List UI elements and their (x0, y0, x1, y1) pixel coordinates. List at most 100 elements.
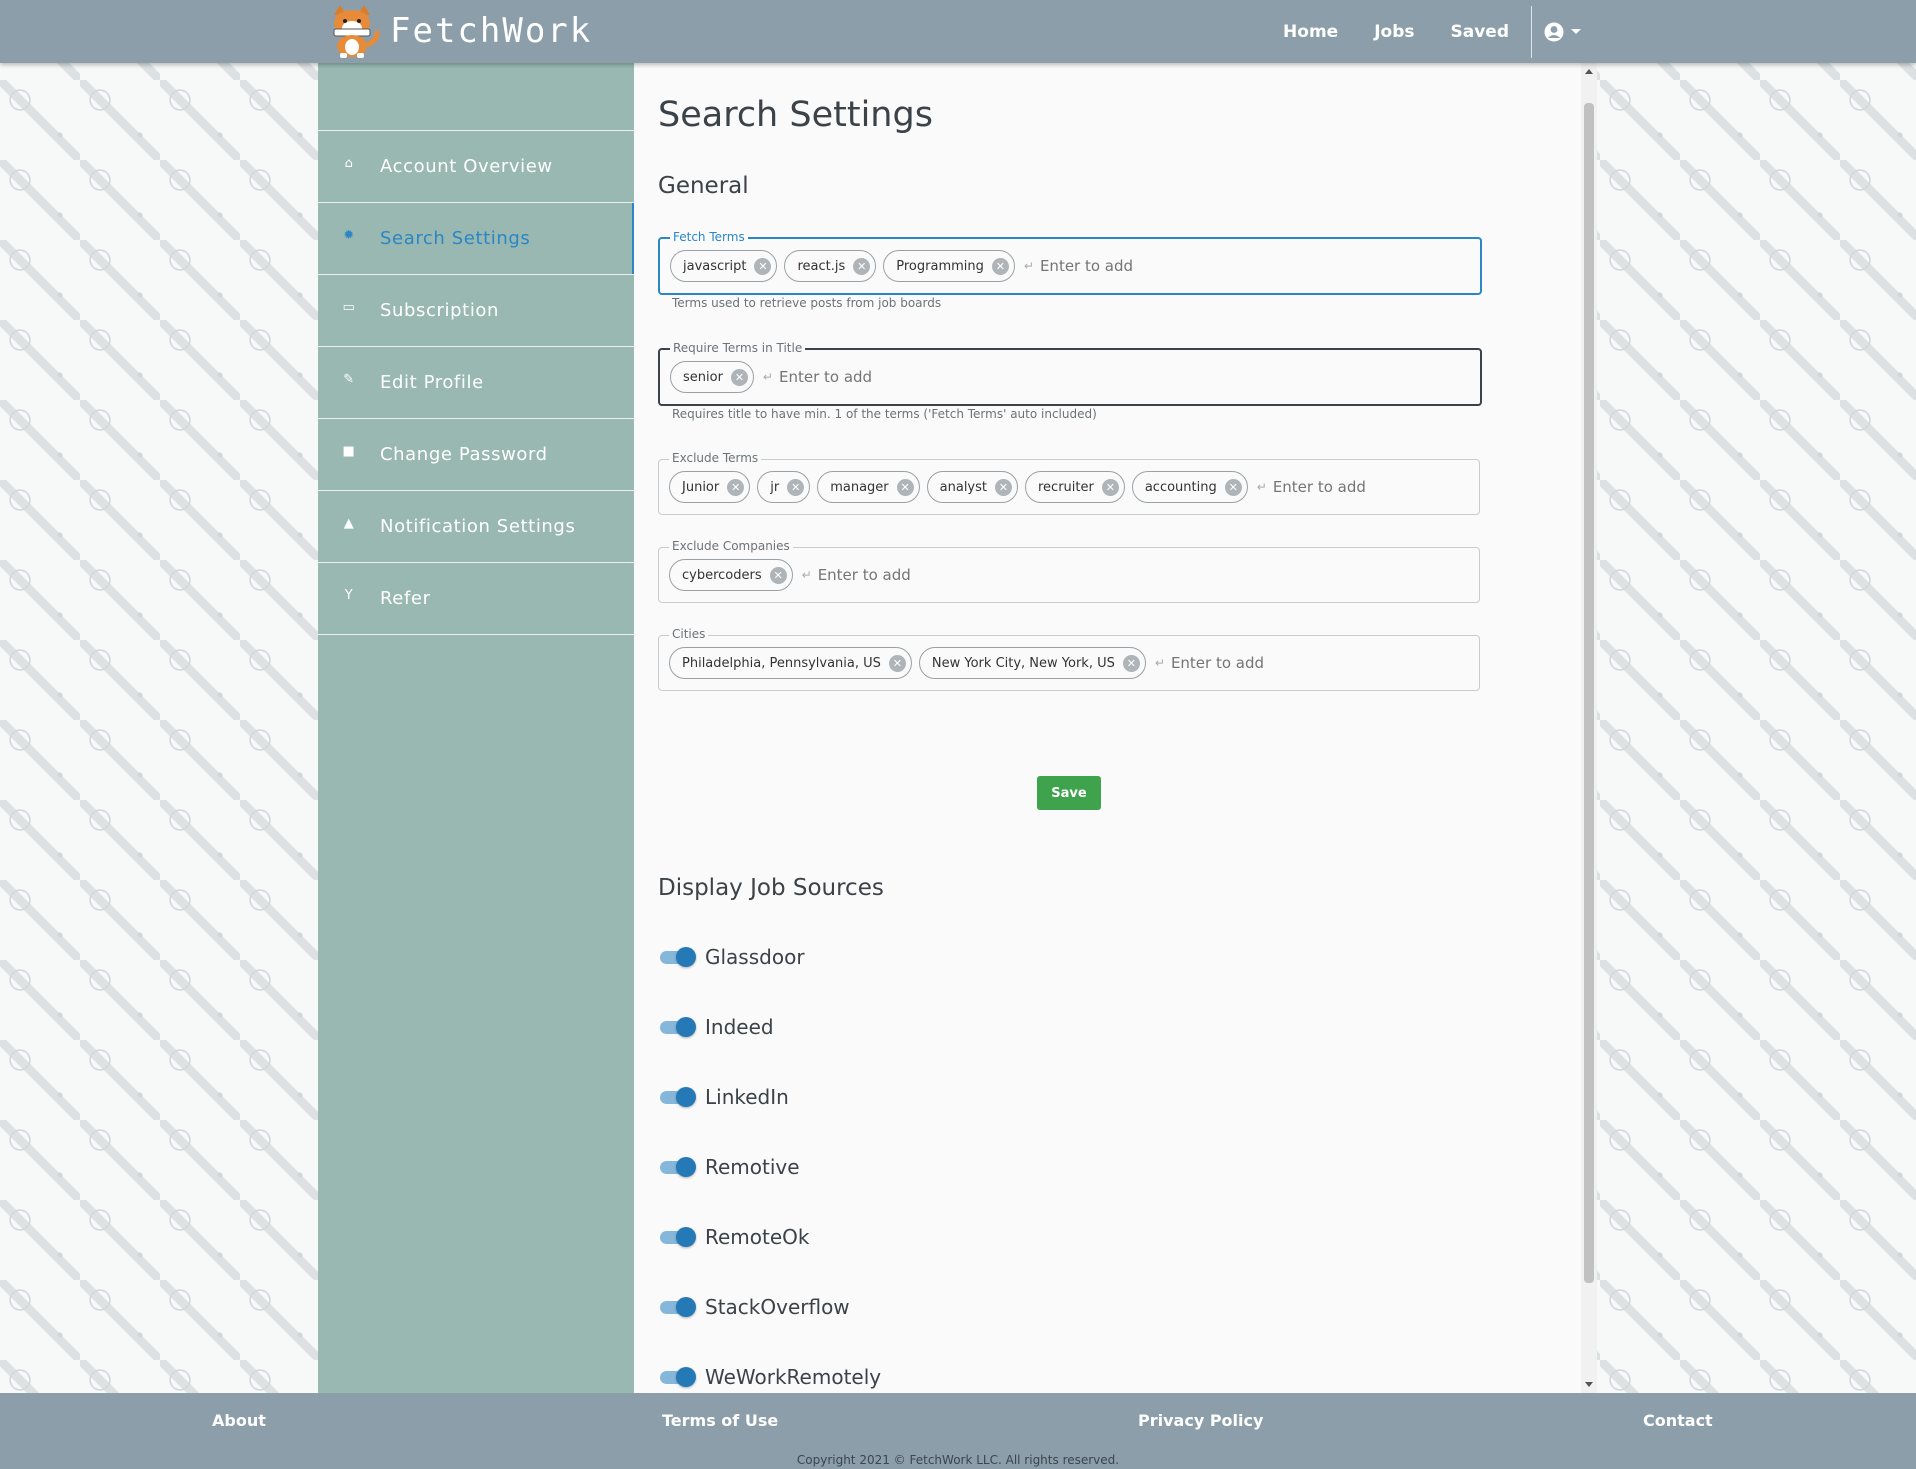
nav-home-link[interactable]: Home (1283, 22, 1338, 42)
main-nav: Home Jobs Saved (1247, 0, 1581, 63)
toggle-switch[interactable] (658, 1366, 696, 1388)
toggle-switch[interactable] (658, 1226, 696, 1248)
toggle-thumb (676, 947, 696, 967)
chip-remove-icon[interactable]: ✕ (1224, 478, 1242, 496)
exclude-terms-input[interactable] (1270, 477, 1425, 497)
scrollbar[interactable] (1581, 63, 1597, 1393)
sidebar-item-label: Refer (380, 588, 431, 609)
search-settings-panel: Search Settings General Fetch Terms java… (634, 63, 1582, 1393)
toggle-label: Indeed (705, 1015, 774, 1039)
chip-remove-icon[interactable]: ✕ (995, 478, 1012, 496)
toggle-switch[interactable] (658, 1086, 696, 1108)
nav-saved-link[interactable]: Saved (1451, 22, 1510, 42)
chip: Philadelphia, Pennsylvania, US ✕ (669, 647, 912, 679)
enter-key-icon: ↵ (801, 568, 812, 582)
toggle-switch[interactable] (658, 1156, 696, 1178)
toggle-label: LinkedIn (705, 1085, 789, 1109)
toggle-label: Remotive (705, 1155, 800, 1179)
chip: javascript ✕ (670, 250, 778, 282)
chip-remove-icon[interactable]: ✕ (1122, 654, 1140, 672)
chip-label: Programming (896, 258, 984, 274)
chip-remove-icon[interactable]: ✕ (991, 257, 1009, 275)
logo[interactable]: FetchWork (320, 2, 592, 60)
chip: manager ✕ (817, 471, 920, 503)
chip: analyst ✕ (926, 471, 1018, 503)
footer-about-link[interactable]: About (212, 1411, 266, 1430)
toggle-switch[interactable] (658, 1296, 696, 1318)
sidebar-item-account-overview[interactable]: ⌂ Account Overview (318, 131, 634, 203)
sidebar-item-notification-settings[interactable]: ▲ Notification Settings (318, 491, 634, 563)
exclude-terms-field[interactable]: Exclude Terms Junior ✕ jr ✕ manager ✕ analy… (658, 451, 1480, 515)
chip-remove-icon[interactable]: ✕ (727, 478, 745, 496)
lock-icon: ■ (342, 444, 356, 459)
require-terms-field[interactable]: Require Terms in Title senior ✕ ↵ (658, 341, 1482, 406)
sidebar-item-label: Notification Settings (380, 516, 576, 537)
chip-remove-icon[interactable]: ✕ (896, 478, 914, 496)
toggle-label: StackOverflow (705, 1295, 850, 1319)
require-terms-input[interactable] (776, 367, 981, 387)
toggle-thumb (676, 1087, 696, 1107)
toggle-thumb (676, 1297, 696, 1317)
fetch-terms-input[interactable] (1037, 256, 1242, 276)
sidebar-item-label: Subscription (380, 300, 500, 321)
source-toggle-weworkremotely: WeWorkRemotely (658, 1365, 881, 1389)
chip-label: recruiter (1038, 479, 1094, 495)
home-icon: ⌂ (344, 156, 354, 171)
chip-remove-icon[interactable]: ✕ (1101, 478, 1119, 496)
sidebar-item-label: Change Password (380, 444, 548, 465)
toggle-thumb (676, 1227, 696, 1247)
chip-label: accounting (1144, 479, 1217, 495)
chip-label: jr (770, 479, 780, 495)
toggle-thumb (676, 1157, 696, 1177)
chip-label: javascript (683, 258, 747, 274)
chip: recruiter ✕ (1025, 471, 1125, 503)
source-toggle-glassdoor: Glassdoor (658, 945, 805, 969)
exclude-companies-legend: Exclude Companies (669, 539, 793, 553)
scroll-up-arrow-icon[interactable] (1585, 69, 1593, 74)
source-toggle-linkedin: LinkedIn (658, 1085, 789, 1109)
source-toggle-remoteok: RemoteOk (658, 1225, 810, 1249)
chip: Programming ✕ (883, 250, 1015, 282)
footer-terms-link[interactable]: Terms of Use (662, 1411, 778, 1430)
nav-jobs-link[interactable]: Jobs (1374, 22, 1414, 42)
footer-contact-link[interactable]: Contact (1643, 1411, 1713, 1430)
exclude-companies-input[interactable] (815, 565, 1020, 585)
chip-remove-icon[interactable]: ✕ (853, 257, 871, 275)
chip-remove-icon[interactable]: ✕ (730, 368, 748, 386)
chip: senior ✕ (670, 361, 754, 393)
sidebar-item-subscription[interactable]: ▭ Subscription (318, 275, 634, 347)
scrollbar-thumb[interactable] (1584, 103, 1594, 1283)
cities-legend: Cities (669, 627, 709, 641)
sidebar-item-refer[interactable]: Y Refer (318, 563, 634, 635)
user-circle-icon (1544, 22, 1564, 41)
sidebar-item-change-password[interactable]: ■ Change Password (318, 419, 634, 491)
scroll-down-arrow-icon[interactable] (1585, 1382, 1593, 1387)
chip-remove-icon[interactable]: ✕ (787, 478, 805, 496)
account-menu-button[interactable] (1544, 22, 1581, 42)
top-navbar: FetchWork Home Jobs Saved (0, 0, 1916, 63)
sidebar-item-search-settings[interactable]: ✹ Search Settings (318, 203, 636, 275)
save-button[interactable]: Save (1037, 776, 1101, 810)
enter-key-icon: ↵ (1154, 656, 1165, 670)
toggle-label: Glassdoor (705, 945, 805, 969)
exclude-companies-field[interactable]: Exclude Companies cybercoders ✕ ↵ (658, 539, 1480, 603)
fork-icon: Y (344, 588, 354, 603)
toggle-switch[interactable] (658, 946, 696, 968)
cities-input[interactable] (1168, 653, 1373, 673)
source-toggle-stackoverflow: StackOverflow (658, 1295, 850, 1319)
fetch-terms-field[interactable]: Fetch Terms javascript ✕ react.js ✕ Progra… (658, 230, 1482, 295)
job-sources-section-title: Display Job Sources (658, 875, 884, 901)
toggle-thumb (676, 1367, 696, 1387)
chip-remove-icon[interactable]: ✕ (754, 257, 772, 275)
footer: About Terms of Use Privacy Policy Contac… (0, 1393, 1916, 1469)
fetch-terms-legend: Fetch Terms (670, 230, 748, 244)
chip-remove-icon[interactable]: ✕ (769, 566, 787, 584)
footer-privacy-link[interactable]: Privacy Policy (1138, 1411, 1263, 1430)
chip: jr ✕ (757, 471, 811, 503)
toggle-switch[interactable] (658, 1016, 696, 1038)
chip-remove-icon[interactable]: ✕ (888, 654, 906, 672)
sidebar-item-edit-profile[interactable]: ✎ Edit Profile (318, 347, 634, 419)
source-toggle-indeed: Indeed (658, 1015, 774, 1039)
chip-label: react.js (797, 258, 846, 274)
cities-field[interactable]: Cities Philadelphia, Pennsylvania, US ✕ N… (658, 627, 1480, 691)
